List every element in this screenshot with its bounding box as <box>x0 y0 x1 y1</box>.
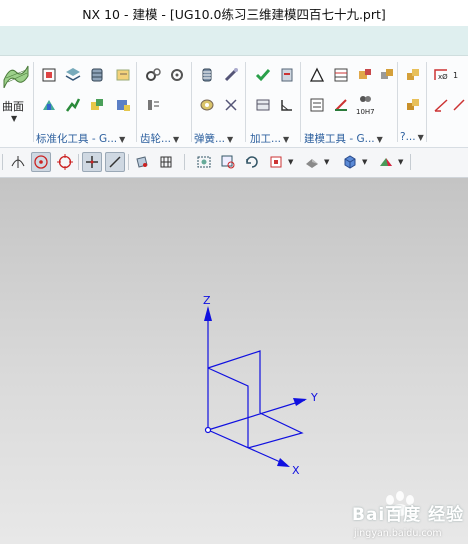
quadrant-point-icon[interactable] <box>55 152 75 172</box>
chevron-down-icon[interactable]: ▼ <box>418 133 424 142</box>
surface-icon[interactable] <box>2 62 30 89</box>
view-orient-icon[interactable] <box>132 152 152 172</box>
surface-label: 曲面 <box>2 100 24 113</box>
toolbar-separator <box>184 154 185 170</box>
group-separator <box>426 62 427 142</box>
chevron-down-icon[interactable]: ▼ <box>362 158 367 166</box>
chevron-down-icon[interactable]: ▼ <box>173 135 179 144</box>
yz-plane-outline <box>207 350 261 413</box>
triangle-icon[interactable] <box>308 66 326 84</box>
grid-snap-icon[interactable] <box>156 152 176 172</box>
spring-rod-icon[interactable] <box>222 66 240 84</box>
render-style-icon[interactable] <box>302 152 322 172</box>
machining-tool-icon[interactable] <box>278 66 296 84</box>
group-label-dimension[interactable]: ?... ▼ <box>400 131 424 143</box>
machining-table-icon[interactable] <box>254 96 272 114</box>
svg-text:xØ: xØ <box>438 73 448 81</box>
chevron-down-icon[interactable]: ▼ <box>119 135 125 144</box>
point-on-curve-icon[interactable] <box>82 152 102 172</box>
tolerance-icon[interactable]: 10H7 <box>356 92 374 118</box>
slope-dim-icon[interactable] <box>452 96 466 114</box>
x-axis-label: X <box>292 464 300 477</box>
check-mark-icon[interactable] <box>254 66 272 84</box>
ribbon: 曲面 ▼ 标准化工具 - G... ▼ 齿轮... ▼ 弹簧... ▼ 加工... ▼ … <box>0 56 468 148</box>
chevron-down-icon[interactable]: ▼ <box>377 135 383 144</box>
zoom-window-icon[interactable] <box>218 152 238 172</box>
title-bar: NX 10 - 建模 - [UG10.0练习三维建模四百七十九.prt] <box>0 0 468 26</box>
cube-assembly-icon[interactable] <box>378 66 396 84</box>
yellow-green-box-icon[interactable] <box>88 96 106 114</box>
chevron-down-icon[interactable]: ▼ <box>227 135 233 144</box>
spring-icon[interactable] <box>198 66 216 84</box>
machining-angle-icon[interactable] <box>278 96 296 114</box>
group-separator <box>136 62 137 142</box>
svg-text:1: 1 <box>453 71 458 80</box>
chevron-down-icon[interactable]: ▼ <box>324 158 329 166</box>
notebook-icon[interactable] <box>114 66 132 84</box>
group-label-spring[interactable]: 弹簧... ▼ <box>194 131 233 146</box>
svg-text:10H7: 10H7 <box>356 108 374 116</box>
surface-caret[interactable]: ▼ <box>11 114 17 123</box>
surface-group[interactable]: 曲面 ▼ <box>0 60 32 144</box>
rotate-view-icon[interactable] <box>242 152 262 172</box>
angle-dim-icon[interactable] <box>432 96 450 114</box>
spring-remove-icon[interactable] <box>222 96 240 114</box>
gear-icon[interactable] <box>144 66 162 84</box>
selection-toolbar: ▼ ▼ ▼ ▼ <box>0 148 468 178</box>
ribbon-tab-band <box>0 26 468 56</box>
dimension-text-icon[interactable]: 1 <box>452 66 466 84</box>
shaded-cube-icon[interactable] <box>340 152 360 172</box>
blue-green-arrow-icon[interactable] <box>40 96 58 114</box>
watermark-url: jingyan.baidu.com <box>354 528 442 539</box>
pen-measure-icon[interactable] <box>332 96 350 114</box>
chevron-down-icon[interactable]: ▼ <box>288 158 293 166</box>
group-label-machining[interactable]: 加工... ▼ <box>250 131 289 146</box>
y-axis-line <box>207 399 306 431</box>
line-snap-icon[interactable] <box>105 152 125 172</box>
gear-table-icon[interactable] <box>144 96 162 114</box>
x-axis-arrow <box>277 458 290 467</box>
edit-section-icon[interactable] <box>376 152 396 172</box>
gear-pair-icon[interactable] <box>168 66 186 84</box>
intersection-point-icon[interactable] <box>8 152 28 172</box>
gold-cubes-alt-icon[interactable] <box>404 96 422 114</box>
xz-plane-outline <box>207 367 249 448</box>
toolbar-separator <box>2 154 3 170</box>
group-separator <box>33 62 34 142</box>
orient-view-icon[interactable] <box>266 152 286 172</box>
chevron-down-icon[interactable]: ▼ <box>283 135 289 144</box>
cylinder-stack-icon[interactable] <box>88 66 106 84</box>
toolbar-separator <box>78 154 79 170</box>
puzzle-icon[interactable] <box>356 66 374 84</box>
list-icon[interactable] <box>308 96 326 114</box>
spring-coil-icon[interactable] <box>198 96 216 114</box>
group-separator <box>245 62 246 142</box>
group-separator <box>397 62 398 142</box>
xy-plane-outline <box>247 412 304 449</box>
toolbar-separator <box>410 154 411 170</box>
part-family-icon[interactable] <box>40 66 58 84</box>
y-axis-arrow <box>293 398 307 406</box>
y-axis-label: Y <box>310 391 318 404</box>
group-separator <box>300 62 301 142</box>
watermark-brand: Bai百度 经验 <box>352 505 465 525</box>
stack-layers-icon[interactable] <box>64 66 82 84</box>
chevron-down-icon[interactable]: ▼ <box>398 158 403 166</box>
origin-marker <box>204 426 212 434</box>
toolbar-separator <box>128 154 129 170</box>
grid-table-icon[interactable] <box>332 66 350 84</box>
gold-cubes-icon[interactable] <box>404 66 422 84</box>
dimension-icon[interactable]: xØ <box>432 66 450 84</box>
group-label-modeling-tools[interactable]: 建模工具 - G... ▼ <box>304 131 383 146</box>
center-point-snap-icon[interactable] <box>31 152 51 172</box>
group-label-standardization[interactable]: 标准化工具 - G... ▼ <box>36 131 125 146</box>
z-axis-arrow <box>204 306 212 321</box>
window-title: NX 10 - 建模 - [UG10.0练习三维建模四百七十九.prt] <box>82 7 386 22</box>
blue-part-icon[interactable] <box>114 96 132 114</box>
group-label-gear[interactable]: 齿轮... ▼ <box>140 131 179 146</box>
group-separator <box>191 62 192 142</box>
green-tool-icon[interactable] <box>64 96 82 114</box>
z-axis-label: Z <box>203 294 211 307</box>
fit-view-icon[interactable] <box>194 152 214 172</box>
